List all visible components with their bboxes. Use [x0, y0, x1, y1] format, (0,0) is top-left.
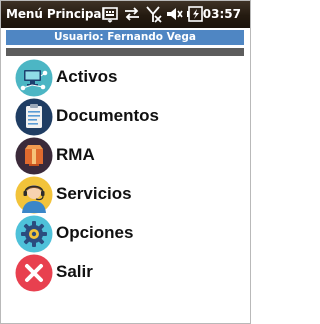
support-agent-icon	[15, 176, 53, 214]
app-window: Menú Principal 03:57 Usuario: Fernando V…	[0, 0, 251, 324]
menu-item-label: RMA	[56, 145, 95, 164]
menu-item-label: Opciones	[56, 223, 134, 242]
user-bar: Usuario: Fernando Vega	[6, 30, 244, 45]
volume-muted-icon[interactable]	[165, 5, 183, 23]
no-signal-icon[interactable]	[144, 5, 162, 23]
menu-item-label: Documentos	[56, 106, 159, 125]
menu-item-opciones[interactable]: Opciones	[15, 215, 215, 253]
clock: 03:57	[202, 7, 241, 21]
sync-icon[interactable]	[123, 5, 141, 23]
menu-item-documentos[interactable]: Documentos	[15, 98, 215, 136]
box-icon	[15, 137, 53, 175]
close-icon	[15, 254, 53, 292]
menu-item-salir[interactable]: Salir	[15, 254, 215, 292]
menu-item-activos[interactable]: Activos	[15, 59, 215, 97]
battery-charging-icon[interactable]	[186, 5, 204, 23]
title-bar: Menú Principal 03:57	[1, 1, 250, 28]
keyboard-icon[interactable]	[101, 5, 119, 23]
computer-network-icon	[15, 59, 53, 97]
gear-icon	[15, 215, 53, 253]
menu-item-label: Servicios	[56, 184, 132, 203]
menu-item-label: Salir	[56, 262, 93, 281]
clipboard-icon	[15, 98, 53, 136]
separator-bar	[6, 48, 244, 56]
menu-item-label: Activos	[56, 67, 118, 86]
window-title: Menú Principal	[6, 7, 106, 21]
menu-item-servicios[interactable]: Servicios	[15, 176, 215, 214]
menu-item-rma[interactable]: RMA	[15, 137, 215, 175]
